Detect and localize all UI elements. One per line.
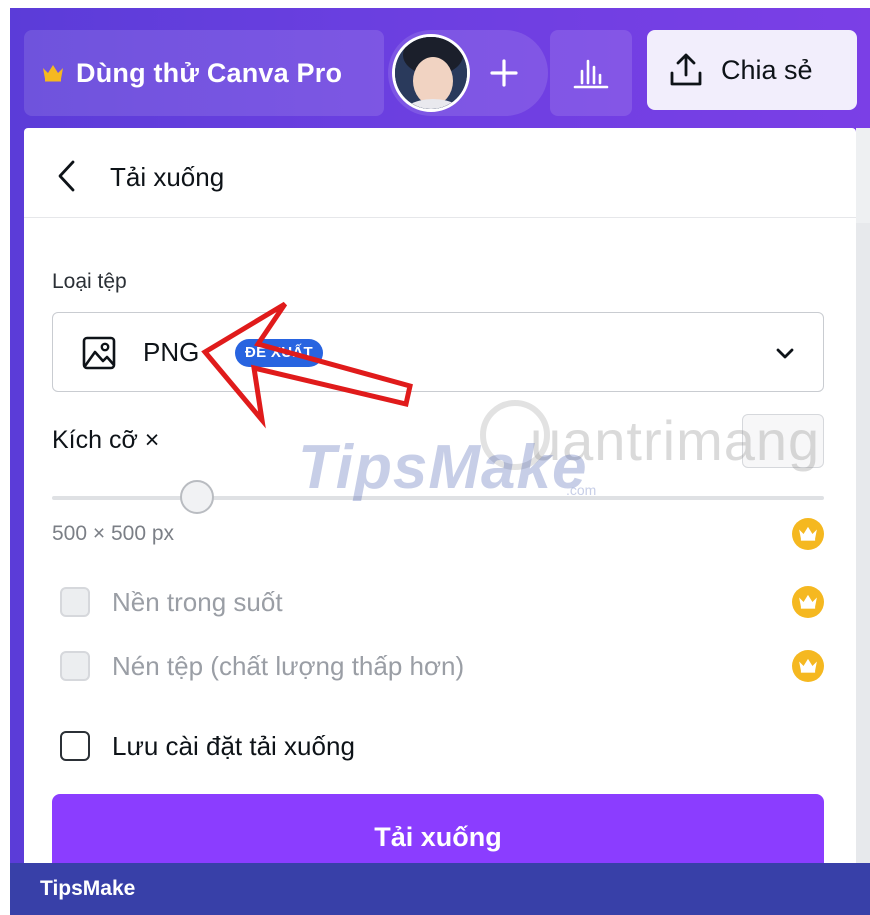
avatar-photo-icon <box>395 37 467 109</box>
insights-button[interactable] <box>550 30 632 116</box>
canva-window: Dùng thử Canva Pro Chia sẻ Tải xuống Loạ… <box>10 8 870 915</box>
chevron-down-icon <box>776 348 794 359</box>
canvas-edge-lower <box>856 223 870 868</box>
pro-crown-icon <box>792 518 824 550</box>
file-type-select[interactable]: PNG ĐỀ XUẤT <box>52 312 824 392</box>
tipsmake-watermark-com: .com <box>566 482 597 498</box>
pro-crown-icon <box>792 650 824 682</box>
share-label: Chia sẻ <box>721 54 813 85</box>
pro-crown-icon <box>792 586 824 618</box>
compress-file-label: Nén tệp (chất lượng thấp hơn) <box>112 650 465 681</box>
crown-icon <box>43 65 63 82</box>
file-type-value: PNG <box>143 337 200 367</box>
transparent-background-checkbox[interactable] <box>60 587 90 617</box>
download-panel-header: Tải xuống <box>24 128 856 218</box>
panel-title: Tải xuống <box>110 162 225 192</box>
save-settings-checkbox[interactable] <box>60 731 90 761</box>
back-chevron-icon[interactable] <box>52 158 82 194</box>
collaborators-group[interactable] <box>388 30 548 116</box>
user-avatar[interactable] <box>392 34 470 112</box>
bar-chart-icon <box>573 59 609 89</box>
option-compress-file[interactable]: Nén tệp (chất lượng thấp hơn) <box>60 646 464 686</box>
try-canva-pro-button[interactable]: Dùng thử Canva Pro <box>24 30 384 116</box>
file-type-label: Loại tệp <box>52 270 127 293</box>
try-canva-pro-label: Dùng thử Canva Pro <box>76 57 343 88</box>
recommended-badge: ĐỀ XUẤT <box>235 339 323 367</box>
left-margin <box>0 0 10 915</box>
size-slider-thumb[interactable] <box>180 480 214 514</box>
size-dimensions-value: 500 × 500 px <box>52 522 175 545</box>
transparent-background-label: Nền trong suốt <box>112 586 283 617</box>
size-label: Kích cỡ × <box>52 426 160 454</box>
upload-share-icon <box>670 53 702 86</box>
footer-label: TipsMake <box>40 877 136 900</box>
option-save-download-settings[interactable]: Lưu cài đặt tải xuống <box>60 726 355 766</box>
option-transparent-background[interactable]: Nền trong suốt <box>60 582 283 622</box>
save-settings-label: Lưu cài đặt tải xuống <box>112 730 355 761</box>
download-button[interactable]: Tải xuống <box>52 794 824 868</box>
share-button[interactable]: Chia sẻ <box>647 30 857 110</box>
compress-file-checkbox[interactable] <box>60 651 90 681</box>
add-collaborator-plus-icon[interactable] <box>484 50 524 96</box>
download-button-label: Tải xuống <box>374 821 502 852</box>
tipsmake-watermark: TipsMake <box>298 433 588 502</box>
image-file-icon <box>82 336 116 370</box>
tipsmake-footer-bar: TipsMake <box>10 863 870 915</box>
